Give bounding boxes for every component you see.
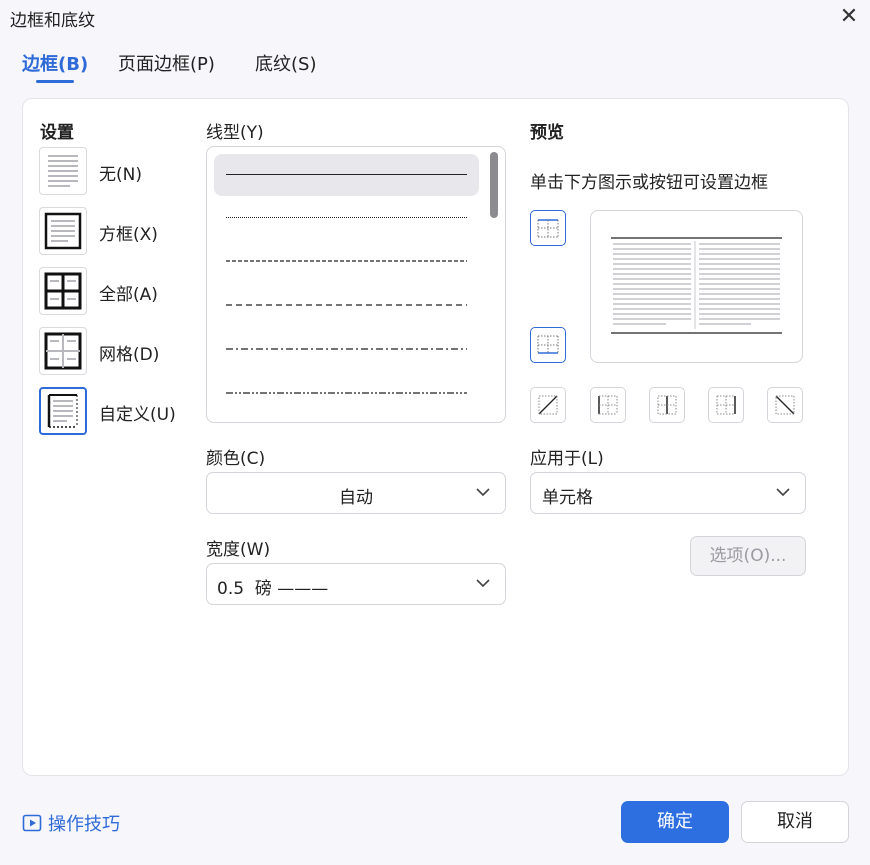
- box-border-icon[interactable]: [39, 207, 87, 255]
- apply-to-value: 单元格: [542, 488, 593, 508]
- ok-button[interactable]: 确定: [621, 801, 729, 843]
- apply-to-label: 应用于(L): [530, 449, 604, 469]
- grid-border-icon[interactable]: [39, 327, 87, 375]
- width-value: 0.5 磅 ———: [217, 579, 329, 599]
- tab-borders[interactable]: 边框(B): [22, 50, 88, 76]
- tab-page-borders[interactable]: 页面边框(P): [118, 50, 215, 76]
- inside-vertical-border-icon[interactable]: [649, 387, 685, 423]
- diagonal-down-border-icon[interactable]: [767, 387, 803, 423]
- color-dropdown[interactable]: 自动: [206, 472, 506, 514]
- tab-shading[interactable]: 底纹(S): [255, 50, 316, 76]
- settings-heading: 设置: [40, 123, 74, 143]
- diagonal-up-border-icon[interactable]: [530, 387, 566, 423]
- no-border-icon[interactable]: [39, 147, 87, 195]
- right-border-icon[interactable]: [708, 387, 744, 423]
- width-label: 宽度(W): [206, 540, 271, 560]
- setting-grid-label[interactable]: 网格(D): [99, 340, 159, 365]
- line-style-solid[interactable]: [214, 154, 479, 196]
- all-borders-icon[interactable]: [39, 267, 87, 315]
- color-value: 自动: [339, 488, 373, 508]
- chevron-down-icon: [776, 488, 790, 497]
- custom-border-icon[interactable]: [39, 387, 87, 435]
- border-preview[interactable]: [590, 210, 803, 363]
- bottom-border-icon[interactable]: [530, 327, 566, 363]
- window-title: 边框和底纹: [10, 11, 95, 31]
- preview-hint: 单击下方图示或按钮可设置边框: [530, 173, 768, 193]
- active-tab-indicator: [36, 80, 74, 83]
- line-style-dotted[interactable]: [214, 197, 479, 239]
- tips-link[interactable]: 操作技巧: [22, 810, 120, 836]
- options-button[interactable]: 选项(O)...: [690, 536, 806, 576]
- setting-custom-label[interactable]: 自定义(U): [99, 400, 176, 425]
- play-tips-icon: [22, 814, 42, 832]
- width-dropdown[interactable]: 0.5 磅 ———: [206, 563, 506, 605]
- close-icon[interactable]: ✕: [834, 4, 864, 30]
- line-style-label: 线型(Y): [206, 123, 264, 143]
- line-style-dashed[interactable]: [214, 284, 479, 326]
- setting-all-label[interactable]: 全部(A): [99, 280, 158, 305]
- line-style-dashed-small[interactable]: [214, 240, 479, 282]
- chevron-down-icon: [476, 579, 490, 588]
- line-style-dash-dot[interactable]: [214, 328, 479, 370]
- preview-heading: 预览: [530, 123, 564, 143]
- line-style-dash-dot-dot[interactable]: [214, 372, 479, 414]
- setting-none-label[interactable]: 无(N): [99, 160, 142, 185]
- cancel-button[interactable]: 取消: [741, 801, 849, 843]
- setting-box-label[interactable]: 方框(X): [99, 220, 158, 245]
- color-label: 颜色(C): [206, 449, 266, 469]
- line-style-list[interactable]: [206, 146, 506, 423]
- tips-label: 操作技巧: [48, 814, 120, 835]
- left-border-icon[interactable]: [590, 387, 626, 423]
- chevron-down-icon: [476, 488, 490, 497]
- top-border-icon[interactable]: [530, 210, 566, 246]
- apply-to-dropdown[interactable]: 单元格: [530, 472, 806, 514]
- line-style-scrollbar[interactable]: [490, 152, 498, 218]
